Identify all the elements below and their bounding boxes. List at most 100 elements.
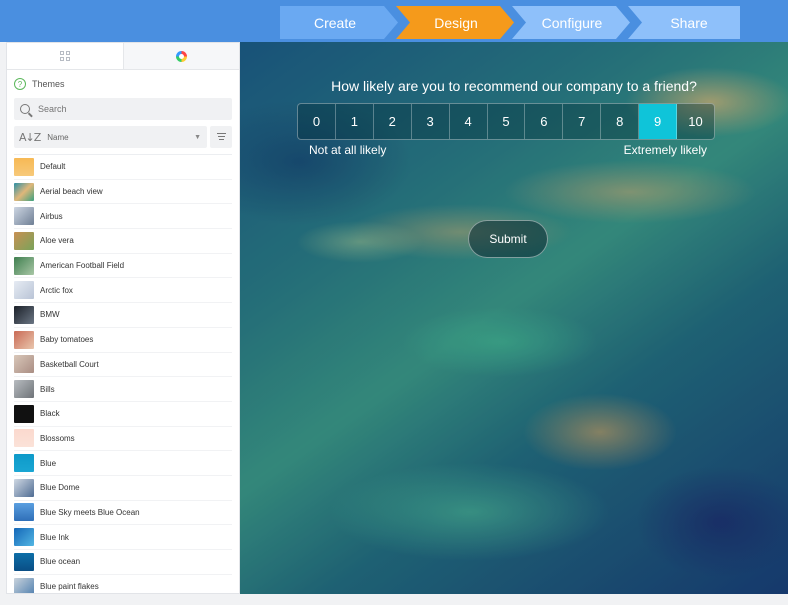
theme-item-label: Black <box>40 409 60 419</box>
theme-thumbnail <box>14 429 34 448</box>
scale-option-9[interactable]: 9 <box>639 104 678 139</box>
survey-preview: How likely are you to recommend our comp… <box>240 42 788 594</box>
step-design-label: Design <box>434 14 478 31</box>
theme-item-label: Blue Dome <box>40 483 80 493</box>
theme-item-label: Blue <box>40 458 57 468</box>
theme-thumbnail <box>14 182 34 201</box>
scale-option-0[interactable]: 0 <box>298 104 336 139</box>
theme-item-label: Aerial beach view <box>40 187 103 197</box>
theme-item[interactable]: Blue paint flakes <box>14 575 232 593</box>
scale-option-4[interactable]: 4 <box>450 104 488 139</box>
scale-high-label: Extremely likely <box>623 143 707 157</box>
theme-thumbnail <box>14 577 34 593</box>
theme-item-label: Arctic fox <box>40 285 73 295</box>
theme-item-label: Blossoms <box>40 433 75 443</box>
theme-item[interactable]: Aerial beach view <box>14 180 232 205</box>
theme-thumbnail <box>14 478 34 497</box>
scale-option-7[interactable]: 7 <box>563 104 602 139</box>
scale-low-label: Not at all likely <box>309 143 387 157</box>
step-design[interactable]: Design <box>396 6 514 39</box>
theme-list: Default Aerial beach view Airbus Aloe vera A… <box>14 154 232 593</box>
step-share-label: Share <box>670 14 708 31</box>
help-icon[interactable]: ? <box>14 78 26 90</box>
theme-thumbnail <box>14 454 34 473</box>
theme-item-label: American Football Field <box>40 261 125 271</box>
wizard-bar: Create Design Configure Share <box>0 0 788 42</box>
sidebar-tabs <box>7 43 239 70</box>
theme-item[interactable]: BMW <box>14 303 232 328</box>
scale-option-5[interactable]: 5 <box>488 104 526 139</box>
theme-item[interactable]: Aloe vera <box>14 229 232 254</box>
theme-item-label: Default <box>40 162 66 172</box>
theme-item[interactable]: Baby tomatoes <box>14 328 232 353</box>
sort-row: A↓Z Name ▼ <box>14 126 232 148</box>
theme-item-label: Blue ocean <box>40 557 81 567</box>
step-share[interactable]: Share <box>628 6 740 39</box>
theme-item[interactable]: Blue Ink <box>14 525 232 550</box>
theme-thumbnail <box>14 404 34 423</box>
color-wheel-icon <box>175 50 187 62</box>
theme-item[interactable]: American Football Field <box>14 254 232 279</box>
theme-item-label: Blue Sky meets Blue Ocean <box>40 507 140 517</box>
theme-item-label: Blue Ink <box>40 532 69 542</box>
theme-thumbnail <box>14 256 34 275</box>
filter-icon <box>216 132 226 142</box>
chevron-down-icon: ▼ <box>194 133 201 141</box>
theme-item-label: Aloe vera <box>40 236 74 246</box>
theme-thumbnail <box>14 305 34 324</box>
theme-item[interactable]: Blue ocean <box>14 550 232 575</box>
tab-colors[interactable] <box>123 43 239 69</box>
theme-thumbnail <box>14 503 34 522</box>
tab-themes-grid[interactable] <box>7 43 124 69</box>
filter-button[interactable] <box>210 126 232 148</box>
themes-label: Themes <box>32 79 65 89</box>
theme-item[interactable]: Basketball Court <box>14 353 232 378</box>
search-input[interactable] <box>38 104 208 114</box>
step-configure[interactable]: Configure <box>512 6 630 39</box>
theme-item-label: Baby tomatoes <box>40 335 94 345</box>
theme-item[interactable]: Blue Dome <box>14 476 232 501</box>
theme-thumbnail <box>14 355 34 374</box>
scale-option-6[interactable]: 6 <box>525 104 564 139</box>
theme-thumbnail <box>14 330 34 349</box>
theme-item[interactable]: Arctic fox <box>14 278 232 304</box>
scale-option-2[interactable]: 2 <box>374 104 412 139</box>
theme-thumbnail <box>14 528 34 547</box>
search-icon <box>20 104 30 114</box>
theme-thumbnail <box>14 231 34 250</box>
themes-header: ? Themes <box>7 70 239 98</box>
theme-item[interactable]: Blue Sky meets Blue Ocean <box>14 501 232 526</box>
theme-thumbnail <box>14 281 34 300</box>
step-create-label: Create <box>313 14 357 31</box>
sort-az-icon: A↓Z <box>19 130 41 144</box>
grid-icon <box>59 51 70 61</box>
wizard-steps: Create Design Configure Share <box>280 6 740 39</box>
step-create[interactable]: Create <box>280 6 398 39</box>
bottom-bar <box>0 595 788 605</box>
theme-item-label: Blue paint flakes <box>40 582 99 592</box>
theme-thumbnail <box>14 207 34 226</box>
theme-item[interactable]: Airbus <box>14 204 232 230</box>
scale-option-3[interactable]: 3 <box>412 104 450 139</box>
theme-item-label: Bills <box>40 384 55 394</box>
step-configure-label: Configure <box>541 14 603 31</box>
sort-dropdown-value: Name <box>47 132 69 142</box>
theme-item-label: BMW <box>40 310 60 320</box>
sort-dropdown[interactable]: A↓Z Name ▼ <box>14 126 207 148</box>
submit-button[interactable]: Submit <box>468 220 548 258</box>
theme-thumbnail <box>14 157 34 176</box>
theme-item[interactable]: Bills <box>14 377 232 402</box>
theme-thumbnail <box>14 552 34 571</box>
nps-scale: 0 1 2 3 4 5 6 7 8 9 10 <box>297 103 715 140</box>
scale-option-8[interactable]: 8 <box>601 104 640 139</box>
scale-option-1[interactable]: 1 <box>336 104 374 139</box>
theme-item[interactable]: Blossoms <box>14 427 232 452</box>
search-box <box>14 98 232 120</box>
scale-option-10[interactable]: 10 <box>677 104 714 139</box>
survey-question: How likely are you to recommend our comp… <box>331 78 697 94</box>
theme-item[interactable]: Default <box>14 155 232 180</box>
theme-item-label: Basketball Court <box>40 359 99 369</box>
theme-thumbnail <box>14 380 34 399</box>
theme-item[interactable]: Black <box>14 402 232 427</box>
theme-item[interactable]: Blue <box>14 451 232 476</box>
